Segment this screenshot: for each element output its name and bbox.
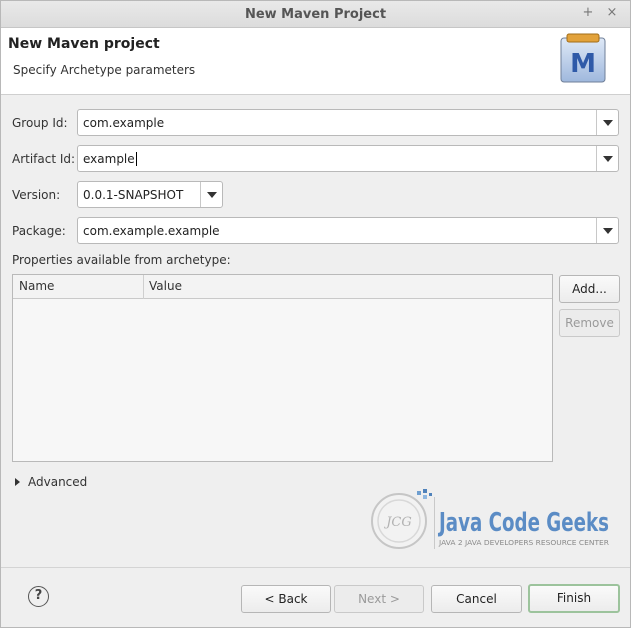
artifact-id-value[interactable]: example [83,152,135,166]
cancel-button[interactable]: Cancel [431,585,522,613]
column-header-name[interactable]: Name [19,279,54,293]
artifact-id-combo[interactable]: example [77,145,619,172]
svg-text:JCG: JCG [383,515,412,530]
chevron-down-icon[interactable] [596,146,618,171]
properties-table[interactable]: Name Value [12,274,553,462]
expand-triangle-icon [15,478,20,486]
add-property-button[interactable]: Add... [559,275,620,303]
next-button[interactable]: Next > [334,585,424,613]
java-code-geeks-watermark: JCG Java Code Geeks JAVA 2 JAVA DEVELOPE… [367,487,611,553]
footer-divider [1,567,630,568]
version-value[interactable]: 0.0.1-SNAPSHOT [83,188,183,202]
finish-button[interactable]: Finish [528,584,620,613]
group-id-label: Group Id: [12,116,68,130]
group-id-combo[interactable]: com.example [77,109,619,136]
package-combo[interactable]: com.example.example [77,217,619,244]
package-value[interactable]: com.example.example [83,224,220,238]
svg-text:M: M [570,49,596,79]
remove-property-button[interactable]: Remove [559,309,620,337]
title-bar: New Maven Project + × [1,1,630,28]
advanced-label: Advanced [28,475,88,489]
column-header-value[interactable]: Value [149,279,182,293]
column-divider[interactable] [143,275,144,299]
artifact-id-field[interactable]: example [83,152,137,166]
new-maven-project-dialog: New Maven Project + × New Maven project … [0,0,631,628]
table-header: Name Value [13,275,552,299]
page-title: New Maven project [8,36,160,52]
artifact-id-label: Artifact Id: [12,152,76,166]
page-subtitle: Specify Archetype parameters [13,63,196,77]
text-caret [135,152,137,166]
advanced-toggle[interactable]: Advanced [15,475,87,489]
back-button[interactable]: < Back [241,585,331,613]
svg-text:Java Code Geeks: Java Code Geeks [438,508,609,538]
chevron-down-icon[interactable] [200,182,222,207]
version-combo[interactable]: 0.0.1-SNAPSHOT [77,181,223,208]
properties-label: Properties available from archetype: [12,253,231,267]
header-banner: New Maven project Specify Archetype para… [1,28,630,95]
help-icon[interactable]: ? [28,586,49,607]
version-label: Version: [12,188,61,202]
pin-icon[interactable]: + [580,5,596,21]
chevron-down-icon[interactable] [596,218,618,243]
group-id-value[interactable]: com.example [83,116,164,130]
chevron-down-icon[interactable] [596,110,618,135]
close-icon[interactable]: × [604,5,620,21]
package-label: Package: [12,224,66,238]
maven-m-icon: M [557,30,627,92]
window-title: New Maven Project [244,7,387,22]
svg-text:JAVA 2 JAVA DEVELOPERS RESOURC: JAVA 2 JAVA DEVELOPERS RESOURCE CENTER [438,539,609,547]
